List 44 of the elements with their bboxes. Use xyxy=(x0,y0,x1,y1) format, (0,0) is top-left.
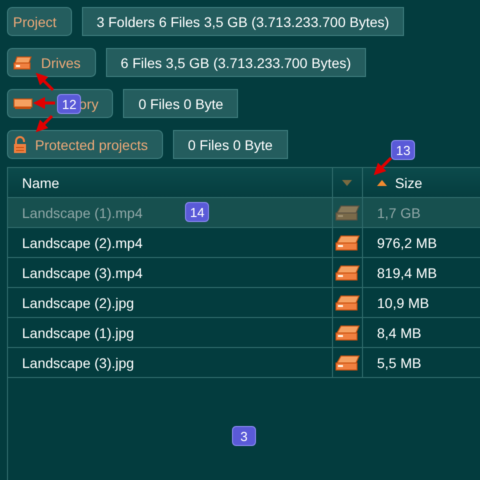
drive-icon xyxy=(335,204,361,220)
annotation-badge: 3 xyxy=(232,426,256,446)
file-row[interactable]: Landscape (2).jpg 10,9 MB xyxy=(8,288,480,318)
file-row[interactable]: Landscape (2).mp4 976,2 MB xyxy=(8,228,480,258)
file-name: Landscape (2).jpg xyxy=(22,294,134,310)
drive-icon xyxy=(335,354,361,370)
file-summary: 0 Files 0 Byte xyxy=(123,89,238,118)
annotation-arrow xyxy=(36,114,54,132)
file-row[interactable]: Landscape (3).mp4 819,4 MB xyxy=(8,258,480,288)
memory-icon xyxy=(13,98,33,110)
file-name: Landscape (2).mp4 xyxy=(22,234,143,250)
file-size: 5,5 MB xyxy=(377,354,422,370)
annotation-arrow xyxy=(33,97,55,109)
file-size: 819,4 MB xyxy=(377,264,437,280)
drive-icon xyxy=(335,324,361,340)
category-button[interactable]: Project xyxy=(7,7,72,36)
annotation-arrow xyxy=(36,72,54,92)
drive-icon xyxy=(335,234,361,250)
file-name: Landscape (3).mp4 xyxy=(22,264,143,280)
category-button[interactable]: Protected projects xyxy=(7,130,163,159)
drive-icon xyxy=(13,56,33,70)
lock-icon xyxy=(13,136,27,154)
file-name: Landscape (1).mp4 xyxy=(22,204,143,220)
annotation-badge: 13 xyxy=(391,140,416,160)
sort-ascending-icon[interactable] xyxy=(377,180,387,186)
file-row[interactable]: Landscape (3).jpg 5,5 MB xyxy=(8,348,480,378)
file-name: Landscape (1).jpg xyxy=(22,324,134,340)
file-summary: 6 Files 3,5 GB (3.713.233.700 Bytes) xyxy=(106,48,366,77)
drive-icon xyxy=(335,294,361,310)
file-size: 8,4 MB xyxy=(377,324,422,340)
annotation-arrow xyxy=(374,156,392,176)
file-size: 10,9 MB xyxy=(377,294,430,310)
drive-icon xyxy=(335,264,361,280)
file-row[interactable]: Landscape (1).jpg 8,4 MB xyxy=(8,318,480,348)
file-summary: 0 Files 0 Byte xyxy=(172,130,288,159)
file-summary: 3 Folders 6 Files 3,5 GB (3.713.233.700 Bytes) xyxy=(82,7,404,36)
category-button[interactable]: Drives xyxy=(7,48,96,77)
column-header[interactable]: Name xyxy=(22,174,60,190)
annotation-badge: 12 xyxy=(57,94,82,114)
column-header[interactable]: Size xyxy=(395,174,422,190)
file-size: 976,2 MB xyxy=(377,234,437,250)
file-size: 1,7 GB xyxy=(377,204,421,220)
annotation-badge: 14 xyxy=(185,202,210,222)
file-name: Landscape (3).jpg xyxy=(22,354,134,370)
